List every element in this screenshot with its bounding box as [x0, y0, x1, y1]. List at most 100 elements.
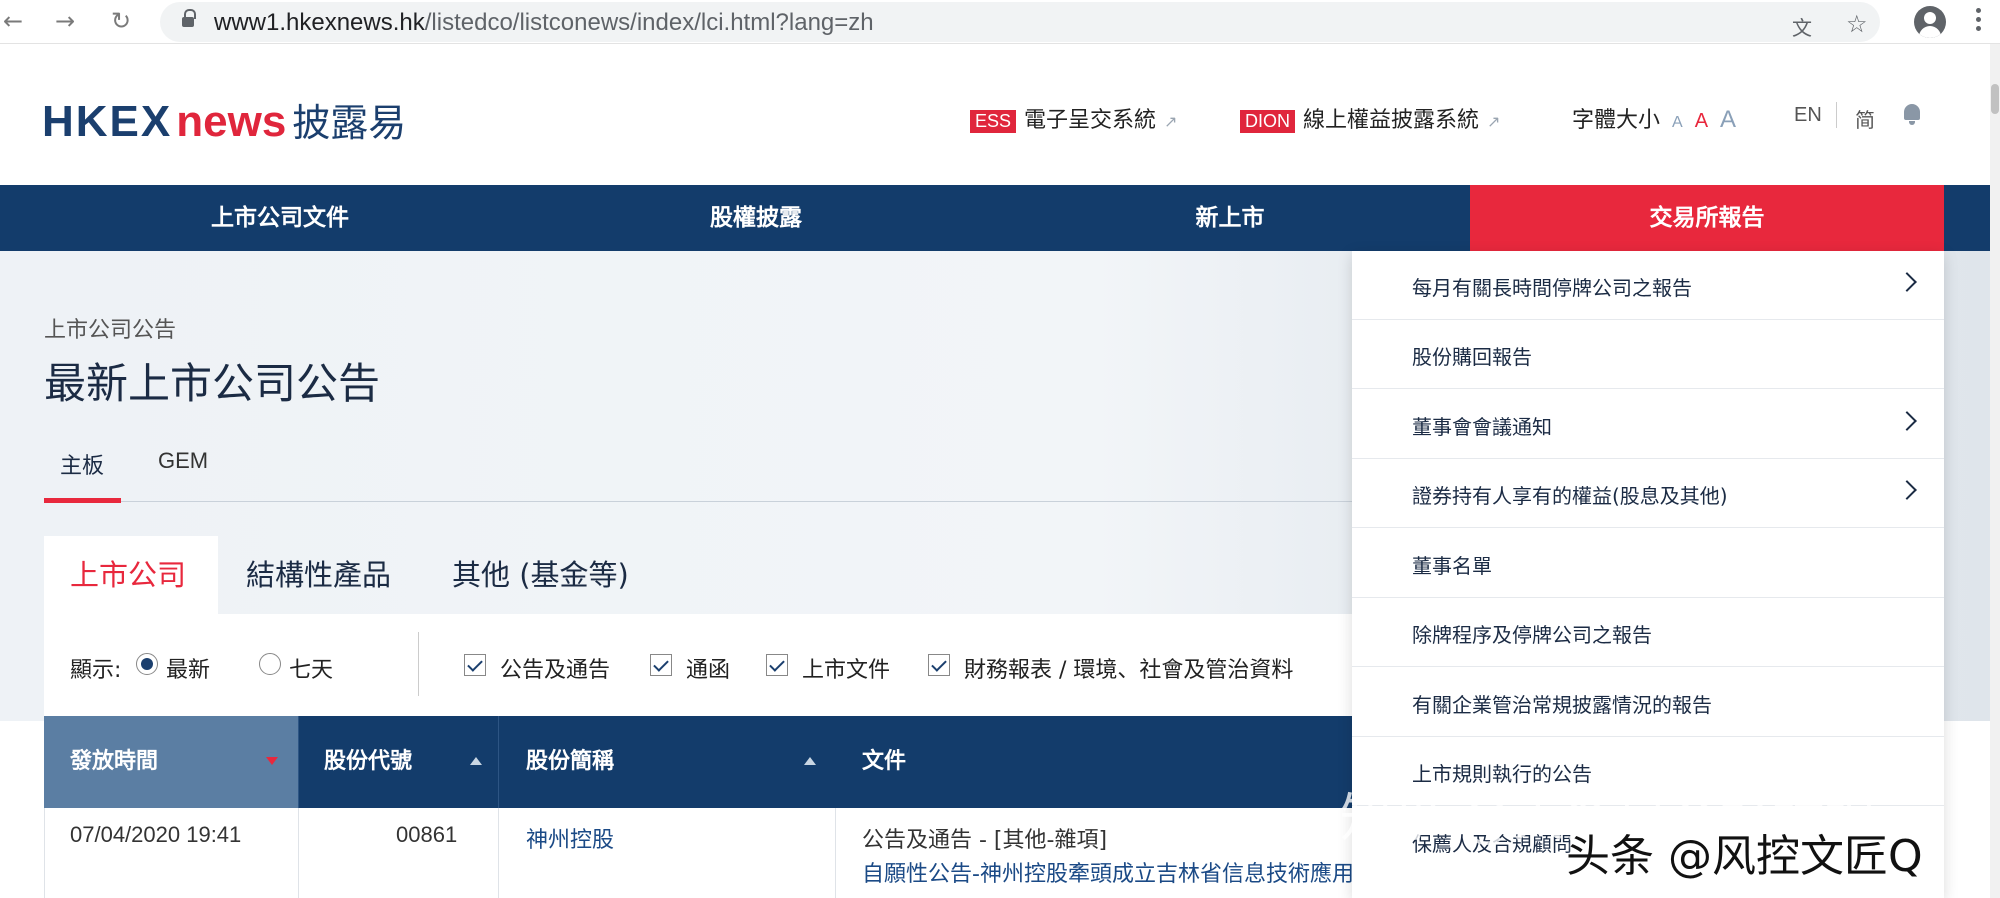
dropdown-item-label: 董事名單	[1412, 554, 1492, 578]
active-tab-indicator	[44, 498, 121, 503]
header-divider	[1836, 102, 1837, 128]
lang-en-link[interactable]: EN	[1794, 104, 1822, 127]
watermark-toutiao: 头条 @风控文匠Q	[1566, 831, 1923, 882]
dion-tag: DION	[1240, 110, 1295, 133]
radio-latest-label[interactable]: 最新	[166, 652, 210, 684]
breadcrumb[interactable]: 上市公司公告	[44, 312, 176, 344]
chevron-right-icon	[1897, 272, 1917, 292]
sort-asc-icon[interactable]	[470, 757, 482, 765]
cell-release-time: 07/04/2020 19:41	[70, 822, 242, 847]
font-size-medium-button[interactable]: A	[1695, 110, 1708, 133]
page-title: 最新上市公司公告	[44, 359, 381, 408]
logo-cn: 披露易	[292, 103, 407, 145]
hkexnews-logo[interactable]: HKEXnews 披露易	[42, 92, 406, 147]
row-divider	[835, 808, 836, 898]
column-stock-name[interactable]: 股份簡稱	[526, 716, 826, 808]
cell-stock-code: 00861	[396, 822, 458, 847]
logo-hkex: HKEX	[42, 97, 173, 146]
checkbox-announcements-label[interactable]: 公告及通告	[500, 652, 610, 684]
profile-avatar-icon[interactable]	[1914, 6, 1946, 38]
forward-icon[interactable]: →	[52, 8, 78, 34]
url-path: /listedco/listconews/index/lci.html?lang…	[424, 9, 874, 36]
show-label: 顯示:	[70, 658, 122, 683]
address-bar[interactable]: www1.hkexnews.hk/listedco/listconews/ind…	[160, 2, 1880, 42]
scrollbar-thumb[interactable]	[1991, 84, 1999, 114]
external-link-icon: ↗	[1487, 112, 1501, 131]
checkbox-financial-statements-label[interactable]: 財務報表 / 環境、社會及管治資料	[964, 652, 1293, 684]
tab-others-funds[interactable]: 其他 (基金等)	[426, 536, 655, 614]
nav-disclosure-of-interests[interactable]: 股權披露	[566, 185, 946, 251]
nav-exchange-reports[interactable]: 交易所報告	[1470, 185, 1944, 251]
tab-gem[interactable]: GEM	[158, 448, 208, 474]
dropdown-item-board-meetings[interactable]: 董事會會議通知	[1352, 390, 1944, 459]
dropdown-item-label: 有關企業管治常規披露情況的報告	[1412, 693, 1712, 717]
site-header: HKEXnews 披露易 ESS 電子呈交系統 ↗ DION 線上權益披露系統 ↗ 字體大…	[0, 44, 1990, 185]
url-host: www1.hkexnews.hk	[214, 9, 425, 36]
dropdown-item-entitlements[interactable]: 證券持有人享有的權益(股息及其他)	[1352, 459, 1944, 528]
reload-icon[interactable]: ↻	[108, 8, 134, 34]
column-stock-name-label: 股份簡稱	[526, 749, 615, 774]
column-document-label: 文件	[862, 749, 907, 774]
dropdown-item-label: 董事會會議通知	[1412, 415, 1552, 439]
bookmark-star-icon[interactable]: ☆	[1846, 10, 1868, 38]
checkbox-listing-documents-label[interactable]: 上市文件	[802, 652, 890, 684]
main-nav: 上市公司文件 股權披露 新上市 交易所報告	[0, 185, 1990, 251]
ess-link[interactable]: ESS 電子呈交系統 ↗	[970, 102, 1177, 134]
checkbox-financial-statements[interactable]	[928, 654, 950, 676]
sort-asc-icon[interactable]	[804, 757, 816, 765]
logo-news: news	[176, 97, 287, 146]
dropdown-item-directors-list[interactable]: 董事名單	[1352, 529, 1944, 598]
ess-tag: ESS	[970, 110, 1017, 133]
column-document: 文件	[862, 716, 1062, 808]
cell-doc-category: 公告及通告 - [其他-雜項]	[862, 828, 1108, 853]
dion-link[interactable]: DION 線上權益披露系統 ↗	[1240, 102, 1500, 134]
column-release-time-label: 發放時間	[70, 749, 159, 774]
tab-listed-companies[interactable]: 上市公司	[44, 536, 218, 614]
row-divider	[44, 808, 45, 898]
dropdown-item-label: 證券持有人享有的權益(股息及其他)	[1412, 484, 1728, 508]
radio-latest[interactable]	[136, 653, 158, 675]
dropdown-item-delisting[interactable]: 除牌程序及停牌公司之報告	[1352, 598, 1944, 667]
dropdown-item-label: 除牌程序及停牌公司之報告	[1412, 623, 1652, 647]
ess-label: 電子呈交系統	[1024, 108, 1157, 133]
board-tabs-divider	[44, 501, 1374, 502]
browser-toolbar: ← → ↻ www1.hkexnews.hk/listedco/listcone…	[0, 0, 2000, 44]
dion-label: 線上權益披露系統	[1303, 108, 1480, 133]
dropdown-item-long-suspension[interactable]: 每月有關長時間停牌公司之報告	[1352, 251, 1944, 320]
nav-listed-company-docs[interactable]: 上市公司文件	[90, 185, 470, 251]
row-divider	[498, 808, 499, 898]
nav-new-listings[interactable]: 新上市	[1040, 185, 1420, 251]
dropdown-item-corporate-governance[interactable]: 有關企業管治常規披露情況的報告	[1352, 668, 1944, 737]
checkbox-announcements[interactable]	[464, 654, 486, 676]
header-divider	[298, 716, 299, 808]
back-icon[interactable]: ←	[0, 8, 26, 34]
browser-menu-icon[interactable]	[1976, 8, 1982, 34]
external-link-icon: ↗	[1164, 112, 1178, 131]
lang-sc-link[interactable]: 简	[1855, 104, 1875, 133]
sort-desc-icon[interactable]	[266, 757, 278, 765]
url-text[interactable]: www1.hkexnews.hk/listedco/listconews/ind…	[214, 9, 874, 37]
tab-structured-products[interactable]: 結構性產品	[220, 536, 417, 614]
scrollbar[interactable]	[1990, 44, 2000, 898]
dropdown-item-label: 每月有關長時間停牌公司之報告	[1412, 276, 1692, 300]
column-release-time[interactable]: 發放時間	[44, 716, 298, 808]
row-divider	[298, 808, 299, 898]
radio-seven-days[interactable]	[259, 653, 281, 675]
font-size-small-button[interactable]: A	[1672, 114, 1683, 132]
header-divider	[498, 716, 499, 808]
font-size-large-button[interactable]: A	[1720, 106, 1736, 134]
translate-icon[interactable]: 文	[1792, 12, 1812, 41]
dropdown-item-label: 股份購回報告	[1412, 345, 1532, 369]
checkbox-circulars[interactable]	[650, 654, 672, 676]
column-stock-code-label: 股份代號	[324, 749, 413, 774]
cell-stock-name[interactable]: 神州控股	[526, 822, 614, 854]
checkbox-circulars-label[interactable]: 通函	[686, 652, 730, 684]
tab-main-board[interactable]: 主板	[60, 448, 104, 480]
radio-seven-days-label[interactable]: 七天	[289, 652, 333, 684]
filter-divider	[418, 632, 419, 696]
font-size-label: 字體大小	[1572, 108, 1661, 133]
dropdown-item-share-repurchase[interactable]: 股份購回報告	[1352, 320, 1944, 389]
column-stock-code[interactable]: 股份代號	[324, 716, 494, 808]
notification-bell-icon[interactable]	[1902, 104, 1922, 126]
checkbox-listing-documents[interactable]	[766, 654, 788, 676]
